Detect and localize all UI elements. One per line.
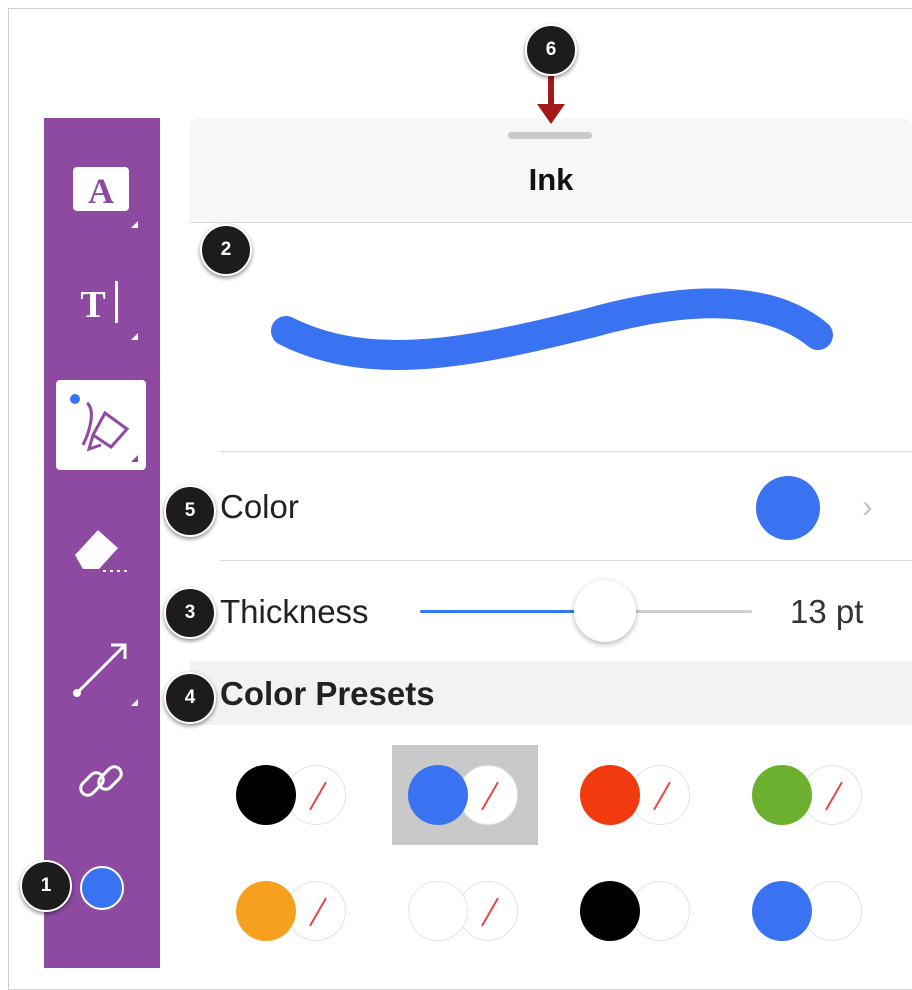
drag-handle[interactable]	[508, 132, 592, 139]
color-presets-grid	[190, 725, 912, 988]
panel-header: Ink	[190, 118, 912, 223]
presets-section-header: Color Presets	[190, 661, 912, 725]
presets-header-label: Color Presets	[220, 675, 435, 712]
link-tool-button[interactable]	[56, 736, 146, 826]
preset-fill-swatch	[580, 881, 640, 941]
submenu-corner-indicator	[131, 455, 138, 462]
color-preset-7[interactable]	[564, 861, 710, 961]
text-cursor-icon: T	[80, 281, 118, 326]
color-preset-4[interactable]	[736, 745, 882, 845]
preset-fill-swatch	[408, 765, 468, 825]
annotation-toolbar: A T	[44, 118, 160, 968]
callout-1: 1	[20, 860, 72, 912]
current-color-swatch[interactable]	[80, 866, 124, 910]
callout-6: 6	[525, 24, 577, 76]
color-preset-2[interactable]	[392, 745, 538, 845]
color-label: Color	[220, 488, 299, 525]
no-stroke-slash-icon	[309, 781, 327, 811]
text-box-icon: A	[73, 167, 129, 211]
color-preset-5[interactable]	[220, 861, 366, 961]
svg-text:T: T	[80, 284, 105, 326]
no-stroke-slash-icon	[309, 897, 327, 927]
preset-fill-swatch	[236, 765, 296, 825]
thickness-slider-thumb[interactable]	[574, 580, 636, 642]
ink-tool-button[interactable]	[56, 380, 146, 470]
preset-fill-swatch	[236, 881, 296, 941]
submenu-corner-indicator	[131, 699, 138, 706]
chevron-right-icon: ›	[862, 488, 873, 524]
thickness-label: Thickness	[220, 593, 369, 630]
callout-3: 3	[164, 587, 216, 639]
preset-fill-swatch	[580, 765, 640, 825]
callout-6-arrow-head	[537, 104, 565, 124]
callout-5: 5	[164, 485, 216, 537]
svg-text:A: A	[88, 171, 114, 211]
color-value-swatch	[756, 476, 820, 540]
thickness-value: 13 pt	[790, 593, 864, 630]
stroke-preview	[190, 223, 912, 450]
text-tool-button[interactable]: T	[56, 258, 146, 348]
callout-4: 4	[164, 672, 216, 724]
no-stroke-slash-icon	[481, 897, 499, 927]
no-stroke-slash-icon	[825, 781, 843, 811]
no-stroke-slash-icon	[481, 781, 499, 811]
preset-fill-swatch	[408, 881, 468, 941]
separator	[220, 560, 912, 561]
color-preset-6[interactable]	[392, 861, 538, 961]
eraser-icon	[75, 527, 127, 572]
submenu-corner-indicator	[131, 221, 138, 228]
preset-fill-swatch	[752, 881, 812, 941]
link-icon	[79, 765, 123, 797]
line-tool-button[interactable]	[56, 624, 146, 714]
color-preset-8[interactable]	[736, 861, 882, 961]
panel-title: Ink	[528, 162, 574, 197]
color-preset-1[interactable]	[220, 745, 366, 845]
stroke-preview-line	[271, 288, 833, 370]
separator	[220, 451, 912, 452]
preset-fill-swatch	[752, 765, 812, 825]
callout-2: 2	[200, 224, 252, 276]
eraser-tool-button[interactable]	[56, 502, 146, 592]
no-stroke-slash-icon	[653, 781, 671, 811]
text-box-tool-button[interactable]: A	[56, 146, 146, 236]
callout-6-arrow-shaft	[548, 76, 554, 106]
submenu-corner-indicator	[131, 333, 138, 340]
ink-pen-icon	[70, 394, 130, 452]
line-arrow-icon	[73, 643, 127, 697]
ink-settings-panel: Ink Color › Thickness 13 pt Color Preset…	[190, 118, 912, 988]
color-preset-3[interactable]	[564, 745, 710, 845]
